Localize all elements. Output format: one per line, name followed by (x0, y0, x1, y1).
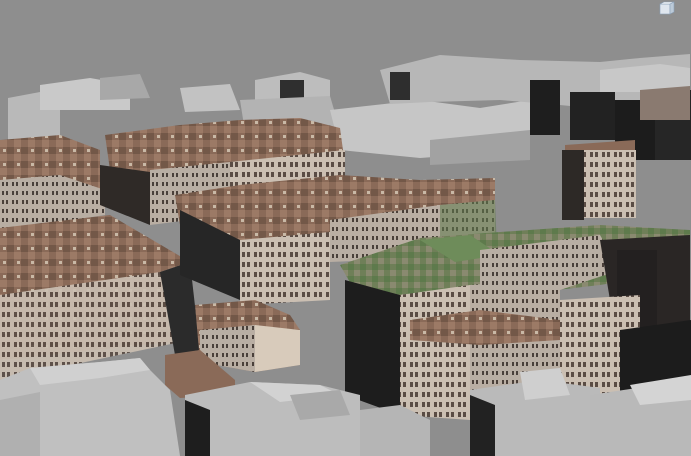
city-scene[interactable] (0, 0, 691, 456)
nav-cube-icon[interactable] (659, 1, 675, 15)
3d-city-viewport[interactable] (0, 0, 691, 456)
textured-tower-right (562, 140, 636, 220)
